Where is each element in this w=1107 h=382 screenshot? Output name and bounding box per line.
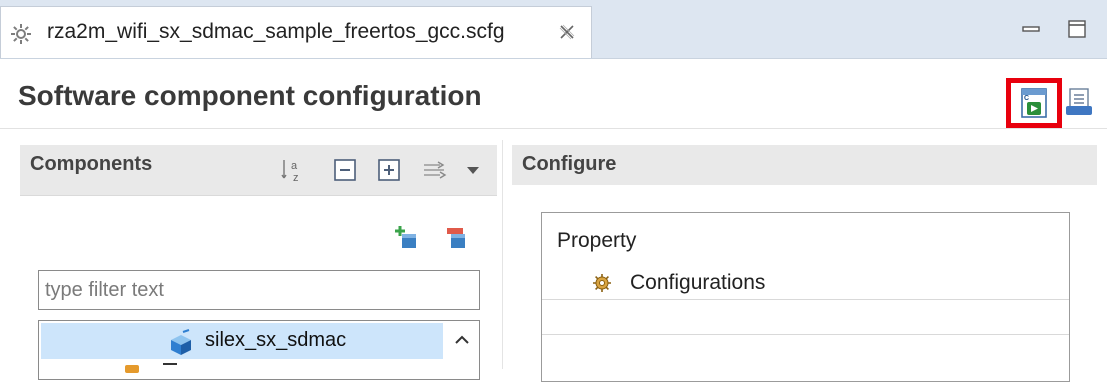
sort-alpha-icon[interactable]: a z: [280, 157, 306, 183]
property-row-label: Configurations: [630, 271, 766, 294]
tree-scroll-up-button[interactable]: [445, 321, 479, 361]
report-icon[interactable]: [1064, 86, 1094, 118]
panel-splitter[interactable]: [502, 140, 503, 369]
editor-tab[interactable]: rza2m_wifi_sx_sdmac_sample_freertos_gcc.…: [0, 6, 592, 58]
header-separator: [0, 128, 1107, 129]
generate-code-icon: C: [1021, 88, 1047, 118]
svg-text:a: a: [291, 160, 298, 172]
property-header: Property: [557, 229, 637, 252]
property-row-empty: [542, 300, 1069, 335]
configure-panel-header: Configure: [512, 145, 1097, 185]
property-row[interactable]: Configurations: [542, 265, 1069, 300]
tree-item-partial-text: [163, 363, 177, 375]
configure-panel-title: Configure: [522, 153, 617, 175]
filter-view-icon[interactable]: [422, 157, 448, 183]
svg-text:C: C: [1024, 95, 1029, 102]
maximize-icon[interactable]: [1066, 18, 1088, 40]
gear-icon: [593, 274, 611, 292]
remove-component-icon[interactable]: [443, 224, 473, 252]
components-panel-header: Components a z: [20, 145, 497, 196]
expand-all-icon[interactable]: [376, 157, 402, 183]
view-menu-icon[interactable]: [464, 161, 482, 179]
property-table: Property Configurations: [541, 212, 1070, 382]
editor-tab-title: rza2m_wifi_sx_sdmac_sample_freertos_gcc.…: [47, 20, 505, 43]
collapse-all-icon[interactable]: [332, 157, 358, 183]
editor-tab-bar: rza2m_wifi_sx_sdmac_sample_freertos_gcc.…: [0, 0, 1107, 59]
page-title: Software component configuration: [18, 80, 482, 111]
tree-item[interactable]: silex_sx_sdmac: [41, 323, 443, 359]
close-icon[interactable]: [557, 22, 577, 42]
gear-icon: [11, 24, 31, 44]
svg-text:z: z: [293, 172, 299, 183]
tree-item-partial-icon: [125, 365, 139, 373]
components-panel-title: Components: [30, 153, 153, 175]
generate-code-button[interactable]: C: [1006, 78, 1062, 128]
add-component-icon[interactable]: [394, 224, 424, 252]
tree-item-label: silex_sx_sdmac: [205, 329, 347, 351]
chevron-up-icon: [455, 335, 469, 344]
component-cube-icon: [171, 329, 191, 355]
filter-input[interactable]: [38, 270, 480, 310]
component-tree[interactable]: silex_sx_sdmac: [38, 320, 480, 380]
minimize-icon[interactable]: [1020, 18, 1042, 40]
